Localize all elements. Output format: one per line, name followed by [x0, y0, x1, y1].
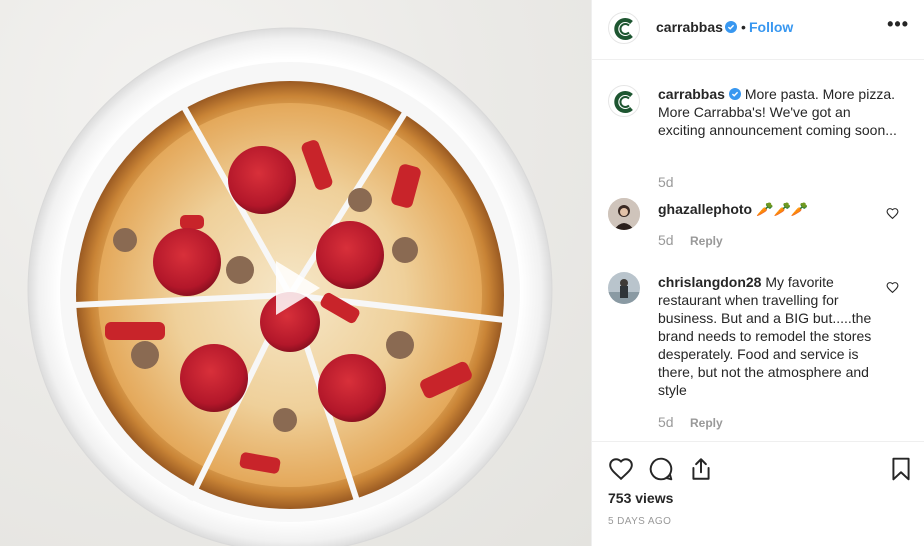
post-side-panel: carrabbas • Follow ••• carrabbas More pa…: [591, 0, 924, 546]
reply-button[interactable]: Reply: [690, 234, 723, 248]
heart-icon[interactable]: [886, 281, 899, 294]
comment-text: chrislangdon28 My favorite restaurant wh…: [658, 273, 878, 399]
bookmark-icon[interactable]: [888, 456, 914, 482]
more-options-icon[interactable]: •••: [887, 14, 909, 35]
comment-icon[interactable]: [648, 456, 674, 482]
heart-icon[interactable]: [608, 456, 634, 482]
avatar[interactable]: [608, 85, 640, 117]
carrabbas-logo-icon: [614, 91, 633, 113]
share-icon[interactable]: [688, 456, 714, 482]
comment-body: My favorite restaurant when travelling f…: [658, 274, 872, 398]
user-photo-icon: [608, 272, 640, 304]
comment-timestamp[interactable]: 5d: [658, 232, 674, 248]
post-header: carrabbas • Follow •••: [592, 0, 924, 60]
carrabbas-logo-icon: [614, 18, 633, 40]
heart-icon[interactable]: [886, 207, 899, 220]
follow-button[interactable]: Follow: [749, 19, 793, 35]
comment-username[interactable]: chrislangdon28: [658, 274, 761, 290]
caption-text: carrabbas More pasta. More pizza. More C…: [658, 85, 898, 139]
verified-badge-icon: [725, 21, 737, 33]
reply-button[interactable]: Reply: [690, 416, 723, 430]
comments-list[interactable]: carrabbas More pasta. More pizza. More C…: [592, 61, 924, 441]
avatar[interactable]: [608, 12, 640, 44]
caption-timestamp[interactable]: 5d: [658, 174, 674, 190]
user-photo-icon: [608, 198, 640, 230]
comment-username[interactable]: ghazallephoto: [658, 201, 752, 217]
post-date[interactable]: 5 DAYS AGO: [608, 516, 671, 527]
separator-dot: •: [741, 19, 746, 35]
avatar[interactable]: [608, 272, 640, 304]
verified-badge-icon: [728, 88, 741, 100]
post-actions: 753 views 5 DAYS AGO: [592, 441, 924, 546]
play-icon[interactable]: [262, 255, 328, 321]
comment-timestamp[interactable]: 5d: [658, 414, 674, 430]
comment-text: ghazallephoto 🥕🥕🥕: [658, 200, 878, 218]
caption-username[interactable]: carrabbas: [658, 86, 725, 102]
views-count[interactable]: 753 views: [608, 490, 673, 506]
avatar[interactable]: [608, 198, 640, 230]
post-media[interactable]: [0, 0, 591, 546]
comment-body: 🥕🥕🥕: [756, 201, 809, 217]
post-username[interactable]: carrabbas: [656, 19, 723, 35]
